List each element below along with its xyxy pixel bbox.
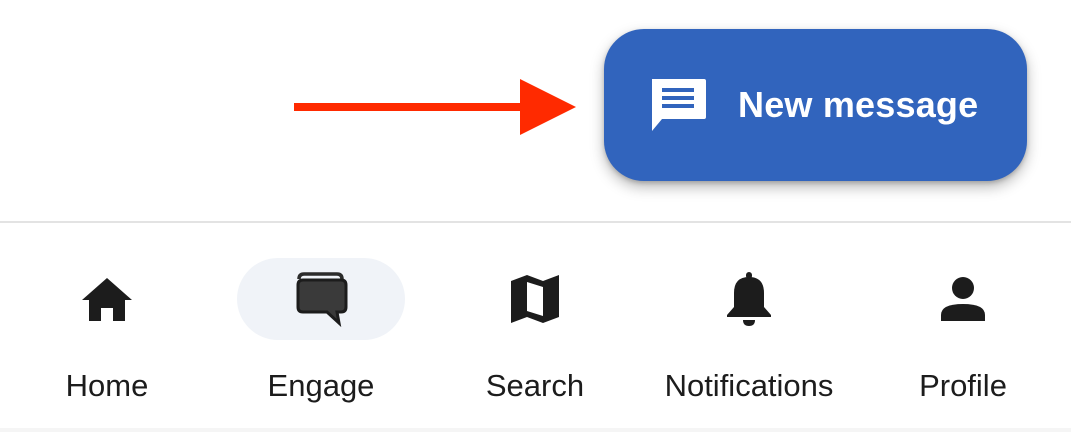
nav-item-search[interactable]: Search [428,223,642,428]
bell-icon [727,272,771,326]
system-bar-edge [0,428,1071,432]
content-area: New message [0,0,1071,221]
new-message-button[interactable]: New message [604,29,1027,181]
red-arrow-icon [294,79,576,135]
nav-item-profile[interactable]: Profile [856,223,1070,428]
new-message-label: New message [738,84,979,125]
app-screen: New message Home Engage Search Notificat… [0,0,1071,432]
nav-item-engage[interactable]: Engage [214,223,428,428]
message-icon [652,79,706,131]
nav-label-home: Home [65,368,149,403]
chat-bubbles-icon [296,272,348,328]
nav-label-search: Search [485,368,585,403]
person-icon [941,277,985,321]
nav-item-notifications[interactable]: Notifications [642,223,856,428]
bottom-navigation: Home Engage Search Notifications Profile [0,223,1071,428]
nav-label-profile: Profile [919,368,1007,403]
map-icon [511,275,559,323]
nav-label-notifications: Notifications [664,368,834,403]
nav-label-engage: Engage [267,368,375,403]
nav-item-home[interactable]: Home [0,223,214,428]
home-icon [82,278,132,321]
